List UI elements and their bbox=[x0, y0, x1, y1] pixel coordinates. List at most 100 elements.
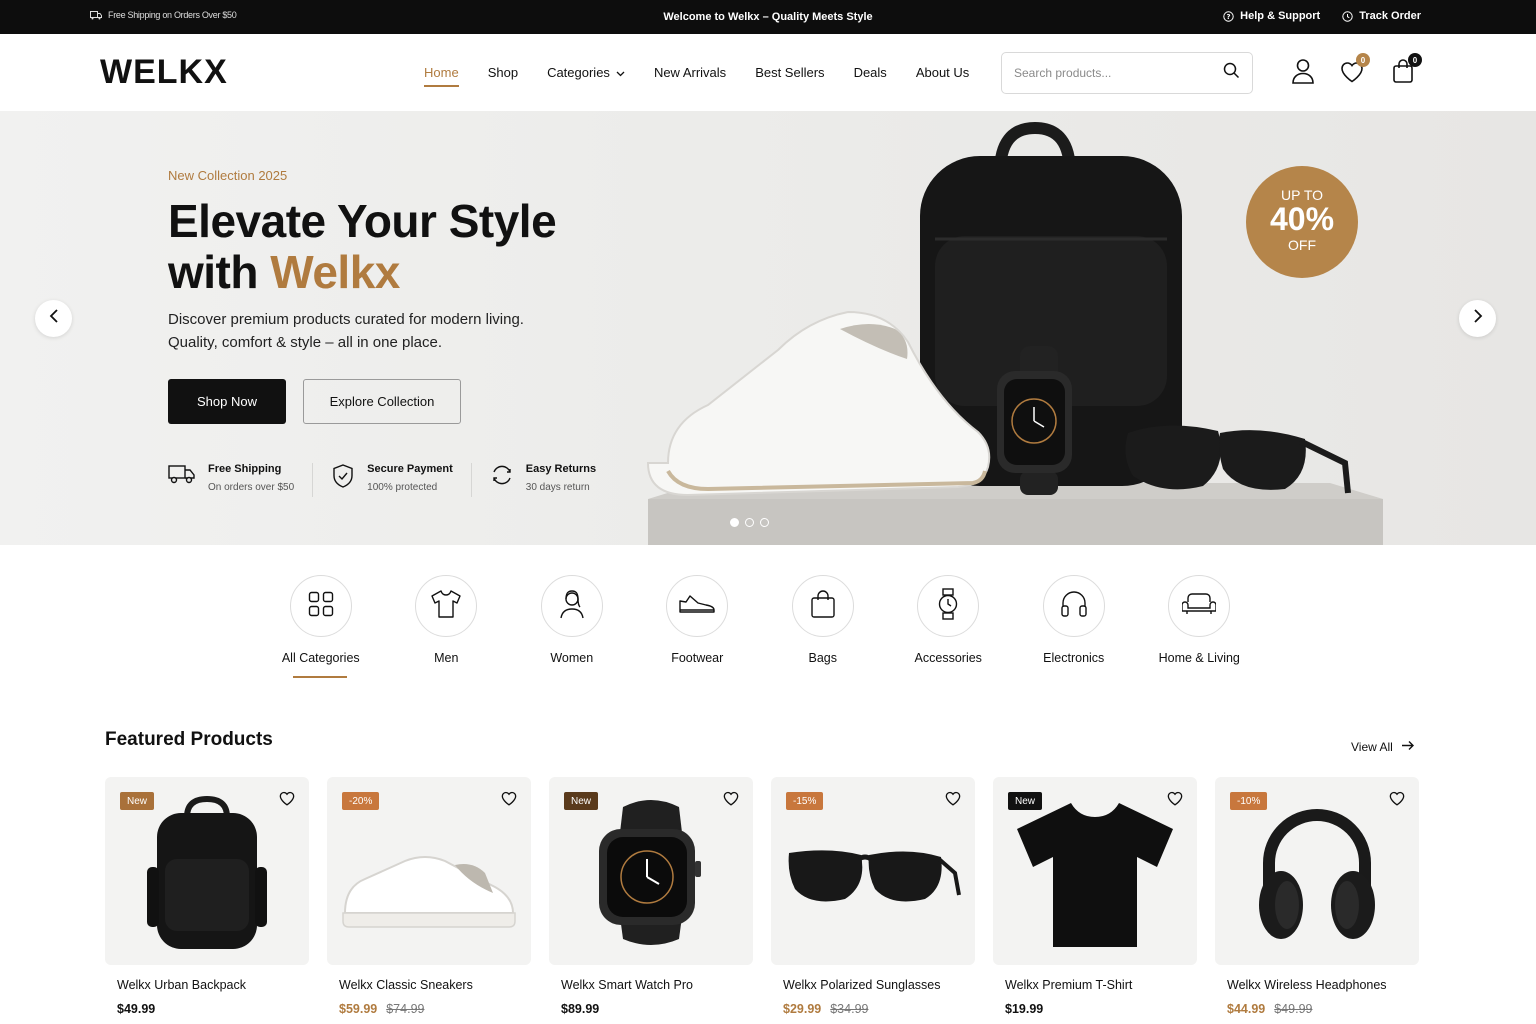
category-bags[interactable]: Bags bbox=[760, 575, 886, 665]
product-image[interactable]: -15% bbox=[771, 777, 975, 965]
product-card[interactable]: New Welkx Smart Watch Pro $89.99 bbox=[549, 777, 753, 1016]
hero-title-line1: Elevate Your Style bbox=[168, 195, 557, 247]
slide-dot-3[interactable] bbox=[760, 518, 769, 527]
heart-icon bbox=[1340, 62, 1364, 87]
product-image[interactable]: -20% bbox=[327, 777, 531, 965]
category-label: Women bbox=[550, 651, 594, 665]
help-icon: ? bbox=[1223, 10, 1234, 22]
category-electronics[interactable]: Electronics bbox=[1011, 575, 1137, 665]
feature-title: Free Shipping bbox=[208, 463, 282, 475]
category-label: All Categories bbox=[281, 651, 360, 665]
product-tag: New bbox=[120, 792, 155, 810]
heart-icon[interactable] bbox=[279, 791, 295, 811]
category-accessories[interactable]: Accessories bbox=[886, 575, 1012, 665]
hero-title-accent: Welkx bbox=[270, 246, 400, 298]
help-support-label: Help & Support bbox=[1240, 10, 1321, 22]
search-input[interactable] bbox=[1014, 66, 1223, 80]
refresh-icon bbox=[490, 463, 514, 492]
nav-new-arrivals[interactable]: New Arrivals bbox=[654, 65, 726, 80]
hero-features: Free Shipping On orders over $50 Secure P… bbox=[168, 463, 632, 497]
hero-eyebrow: New Collection 2025 bbox=[168, 168, 288, 183]
nav-home[interactable]: Home bbox=[424, 65, 459, 87]
product-price: $19.99 bbox=[1005, 1002, 1197, 1016]
product-current-price: $59.99 bbox=[339, 1002, 378, 1016]
category-label: Accessories bbox=[914, 651, 982, 665]
heart-icon[interactable] bbox=[945, 791, 961, 811]
product-name[interactable]: Welkx Wireless Headphones bbox=[1227, 978, 1419, 992]
shoe-icon bbox=[678, 593, 716, 620]
category-home-living[interactable]: Home & Living bbox=[1137, 575, 1263, 665]
slide-dot-2[interactable] bbox=[745, 518, 754, 527]
category-men[interactable]: Men bbox=[384, 575, 510, 665]
feature-title: Secure Payment bbox=[367, 463, 453, 475]
product-name[interactable]: Welkx Smart Watch Pro bbox=[561, 978, 753, 992]
nav-categories[interactable]: Categories bbox=[547, 65, 625, 80]
product-image[interactable]: New bbox=[105, 777, 309, 965]
hero-title: Elevate Your Style with Welkx bbox=[168, 196, 628, 298]
feature-subtitle: 100% protected bbox=[367, 482, 438, 493]
product-card[interactable]: New Welkx Urban Backpack $49.99 bbox=[105, 777, 309, 1016]
track-order-label: Track Order bbox=[1359, 10, 1421, 22]
product-name[interactable]: Welkx Urban Backpack bbox=[117, 978, 309, 992]
product-card[interactable]: -15% Welkx Polarized Sunglasses $29.99 $3… bbox=[771, 777, 975, 1016]
heart-icon[interactable] bbox=[723, 791, 739, 811]
product-name[interactable]: Welkx Premium T-Shirt bbox=[1005, 978, 1197, 992]
slide-dot-1[interactable] bbox=[730, 518, 739, 527]
track-order-link[interactable]: Track Order bbox=[1342, 10, 1421, 22]
help-support-link[interactable]: ? Help & Support bbox=[1223, 10, 1320, 22]
product-image[interactable]: New bbox=[549, 777, 753, 965]
product-old-price: $74.99 bbox=[386, 1002, 425, 1016]
slide-indicators bbox=[730, 518, 769, 527]
cart-count-badge: 0 bbox=[1408, 53, 1422, 67]
nav-about-us-label: About Us bbox=[915, 65, 970, 80]
promo-line2: 40% bbox=[1269, 201, 1335, 237]
category-footwear[interactable]: Footwear bbox=[635, 575, 761, 665]
nav-best-sellers[interactable]: Best Sellers bbox=[755, 65, 824, 80]
product-card[interactable]: -20% Welkx Classic Sneakers $59.99 $74.99 bbox=[327, 777, 531, 1016]
category-women[interactable]: Women bbox=[509, 575, 635, 665]
sofa-icon bbox=[1181, 591, 1217, 622]
main-nav: Home Shop Categories New Arrivals Best S… bbox=[424, 65, 969, 87]
product-card[interactable]: New Welkx Premium T-Shirt $19.99 bbox=[993, 777, 1197, 1016]
svg-text:?: ? bbox=[1227, 13, 1231, 21]
product-current-price: $29.99 bbox=[783, 1002, 822, 1016]
wishlist-count-badge: 0 bbox=[1356, 53, 1370, 67]
product-tag: -10% bbox=[1230, 792, 1268, 810]
search-icon[interactable] bbox=[1223, 62, 1240, 84]
featured-products-title: Featured Products bbox=[105, 729, 273, 750]
clock-icon bbox=[1342, 10, 1353, 22]
cart-button[interactable]: 0 bbox=[1392, 53, 1422, 89]
nav-shop[interactable]: Shop bbox=[488, 65, 518, 80]
hero-prev-button[interactable] bbox=[35, 300, 72, 337]
feature-secure-payment: Secure Payment 100% protected bbox=[331, 463, 472, 497]
product-name[interactable]: Welkx Classic Sneakers bbox=[339, 978, 531, 992]
feature-subtitle: On orders over $50 bbox=[208, 482, 295, 493]
product-price: $29.99 $34.99 bbox=[783, 1002, 975, 1016]
watch-icon bbox=[937, 587, 959, 625]
announcement-bar: Free Shipping on Orders Over $50 Welcome… bbox=[0, 0, 1536, 34]
product-current-price: $49.99 bbox=[117, 1002, 156, 1016]
account-icon[interactable] bbox=[1291, 58, 1315, 89]
grid-icon bbox=[308, 591, 334, 622]
chevron-left-icon bbox=[49, 309, 59, 328]
explore-collection-button[interactable]: Explore Collection bbox=[303, 379, 461, 424]
nav-best-sellers-label: Best Sellers bbox=[755, 65, 825, 80]
product-image[interactable]: -10% bbox=[1215, 777, 1419, 965]
product-image[interactable]: New bbox=[993, 777, 1197, 965]
logo[interactable]: WELKX bbox=[100, 53, 228, 92]
product-price: $44.99 $49.99 bbox=[1227, 1002, 1419, 1016]
hero-next-button[interactable] bbox=[1459, 300, 1496, 337]
view-all-link[interactable]: View All bbox=[1351, 740, 1415, 754]
bag-icon bbox=[810, 589, 836, 624]
category-all[interactable]: All Categories bbox=[258, 575, 384, 678]
product-name[interactable]: Welkx Polarized Sunglasses bbox=[783, 978, 975, 992]
nav-home-label: Home bbox=[424, 65, 459, 80]
heart-icon[interactable] bbox=[1167, 791, 1183, 811]
heart-icon[interactable] bbox=[501, 791, 517, 811]
heart-icon[interactable] bbox=[1389, 791, 1405, 811]
nav-deals[interactable]: Deals bbox=[854, 65, 887, 80]
wishlist-button[interactable]: 0 bbox=[1340, 53, 1370, 88]
product-card[interactable]: -10% Welkx Wireless Headphones $44.99 $49… bbox=[1215, 777, 1419, 1016]
nav-about-us[interactable]: About Us bbox=[916, 65, 969, 80]
shop-now-button[interactable]: Shop Now bbox=[168, 379, 286, 424]
